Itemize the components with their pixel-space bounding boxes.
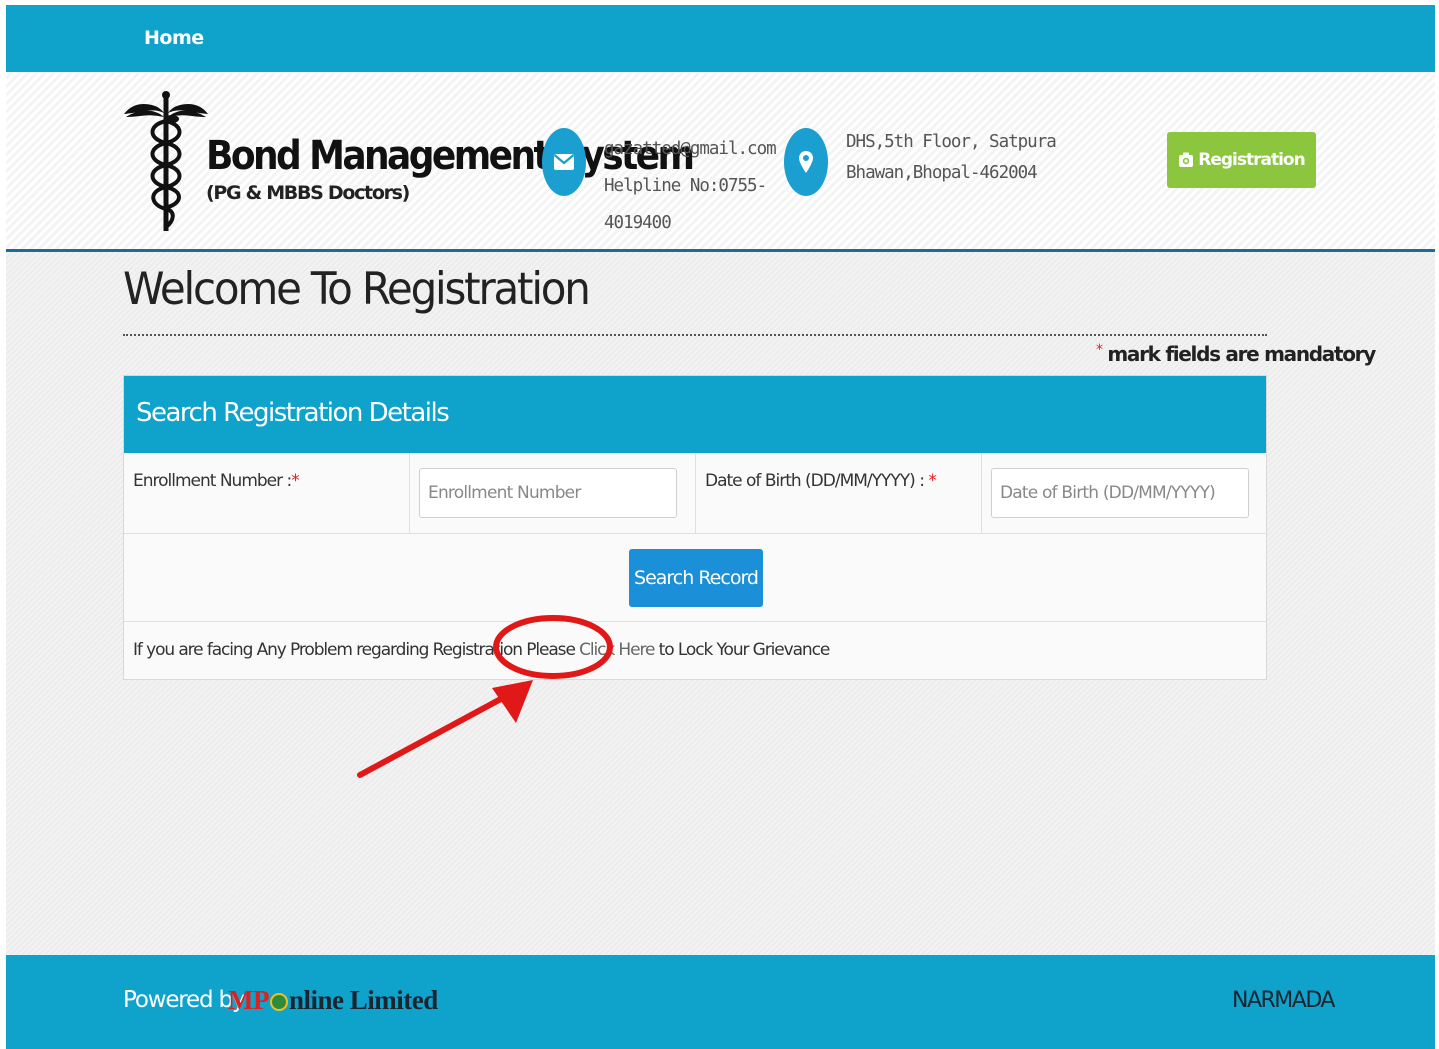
grievance-click-here-link[interactable]: Click Here: [579, 640, 655, 660]
page-frame: Home Bond Management System (PG & MBBS D…: [6, 5, 1435, 1049]
grievance-row: If you are facing Any Problem regarding …: [124, 622, 1266, 679]
contact-email: gazatted@gmail.com: [604, 139, 777, 159]
dob-input-cell: [982, 453, 1266, 533]
panel-title: Search Registration Details: [136, 398, 450, 428]
map-pin-icon: [784, 128, 828, 196]
mandatory-note-text: mark fields are mandatory: [1107, 342, 1376, 366]
mponline-logo-rest: nline Limited: [288, 985, 438, 1015]
camera-icon: [1179, 152, 1194, 167]
dob-label: Date of Birth (DD/MM/YYYY) : *: [705, 471, 937, 491]
mponline-logo[interactable]: MP nline Limited: [228, 985, 438, 1016]
grievance-text: If you are facing Any Problem regarding …: [133, 640, 831, 660]
search-panel: Search Registration Details Enrollment N…: [123, 375, 1267, 680]
enrollment-input-cell: [410, 453, 696, 533]
mponline-logo-mp: MP: [228, 985, 269, 1015]
grievance-suffix: to Lock Your Grievance: [654, 640, 831, 660]
contact-helpline: Helpline No:0755-: [604, 176, 767, 196]
enrollment-label-cell: Enrollment Number :*: [124, 453, 410, 533]
mponline-globe-icon: [269, 993, 288, 1011]
enrollment-label: Enrollment Number :*: [133, 471, 300, 491]
panel-header: Search Registration Details: [124, 376, 1266, 453]
enrollment-number-input[interactable]: [419, 468, 677, 518]
mandatory-note: * mark fields are mandatory: [1096, 342, 1376, 366]
dob-label-cell: Date of Birth (DD/MM/YYYY) : *: [696, 453, 982, 533]
required-star: *: [928, 471, 936, 491]
server-name: NARMADA: [1232, 988, 1335, 1013]
envelope-icon: [542, 128, 586, 196]
divider: [123, 334, 1267, 336]
site-footer: Powered by MP nline Limited NARMADA: [6, 955, 1435, 1049]
dob-label-text: Date of Birth (DD/MM/YYYY) :: [705, 471, 929, 491]
required-star: *: [1096, 342, 1103, 358]
search-fields-row: Enrollment Number :* Date of Birth (DD/M…: [124, 453, 1266, 534]
powered-by-text: Powered by: [123, 987, 246, 1013]
registration-button[interactable]: Registration: [1167, 132, 1316, 188]
registration-button-label: Registration: [1198, 150, 1305, 170]
address-info: DHS,5th Floor, Satpura Bhawan,Bhopal-462…: [846, 127, 1057, 189]
caduceus-logo-icon: [124, 91, 208, 231]
address-line-1: DHS,5th Floor, Satpura: [846, 132, 1057, 152]
date-of-birth-input[interactable]: [991, 468, 1249, 518]
search-action-row: Search Record: [124, 534, 1266, 622]
nav-home-link[interactable]: Home: [144, 27, 204, 49]
site-header: Bond Management System (PG & MBBS Doctor…: [6, 72, 1435, 252]
address-line-2: Bhawan,Bhopal-462004: [846, 163, 1038, 183]
top-navbar: Home: [6, 5, 1435, 72]
enrollment-label-text: Enrollment Number :: [133, 471, 292, 491]
search-record-button[interactable]: Search Record: [629, 549, 763, 607]
contact-helpline-number: 4019400: [604, 213, 672, 233]
page-title: Welcome To Registration: [123, 263, 591, 315]
site-subtitle: (PG & MBBS Doctors): [206, 182, 410, 204]
grievance-prefix: If you are facing Any Problem regarding …: [133, 640, 580, 660]
required-star: *: [291, 471, 299, 491]
contact-info: gazatted@gmail.com Helpline No:0755- 401…: [604, 131, 777, 242]
